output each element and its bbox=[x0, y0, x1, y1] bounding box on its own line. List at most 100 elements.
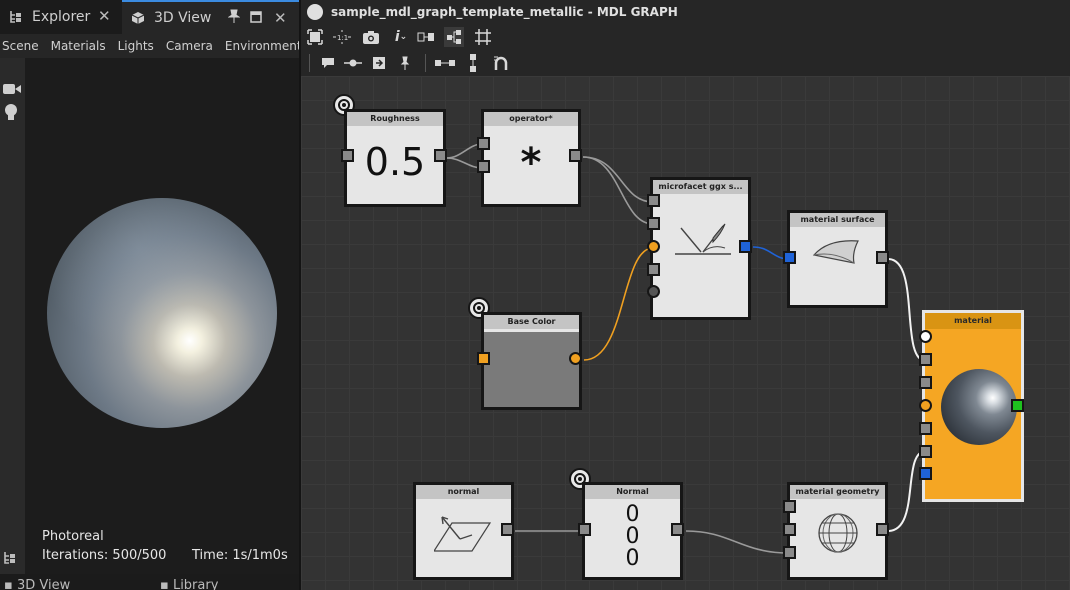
node-normal-function[interactable]: normal bbox=[413, 482, 514, 580]
graph-title: sample_mdl_graph_template_metallic - MDL… bbox=[331, 5, 678, 19]
input-port[interactable] bbox=[919, 376, 932, 389]
normal-x: 0 bbox=[625, 502, 640, 527]
graph-title-bar: sample_mdl_graph_template_metallic - MDL… bbox=[301, 0, 1070, 24]
surface-input-port[interactable] bbox=[783, 251, 796, 264]
tab-3d-view-bottom[interactable]: ▪ 3D View bbox=[4, 578, 70, 590]
export-icon[interactable] bbox=[369, 53, 389, 73]
toolbar-separator bbox=[309, 54, 310, 72]
tint-input-port[interactable] bbox=[647, 240, 660, 253]
input-port[interactable] bbox=[477, 160, 490, 173]
microfacet-brdf-icon bbox=[673, 220, 733, 268]
menu-lights[interactable]: Lights bbox=[118, 39, 154, 53]
tab-3d-view-label: 3D View bbox=[154, 10, 212, 26]
menu-materials[interactable]: Materials bbox=[51, 39, 106, 53]
input-port[interactable] bbox=[647, 263, 660, 276]
output-port[interactable] bbox=[434, 149, 447, 162]
lightbulb-icon[interactable] bbox=[4, 104, 18, 126]
3d-viewport[interactable] bbox=[25, 58, 299, 574]
left-tab-bar: Explorer ✕ 3D View ✕ bbox=[0, 0, 299, 34]
menu-scene[interactable]: Scene bbox=[2, 39, 39, 53]
close-icon[interactable]: ✕ bbox=[98, 7, 111, 25]
tab-explorer-label: Explorer bbox=[32, 9, 91, 25]
tab-explorer[interactable]: Explorer ✕ bbox=[0, 0, 122, 34]
hierarchy-icon[interactable] bbox=[444, 27, 464, 47]
align-horizontal-icon[interactable] bbox=[435, 53, 455, 73]
input-port[interactable] bbox=[783, 546, 796, 559]
menu-camera[interactable]: Camera bbox=[166, 39, 213, 53]
input-port[interactable] bbox=[647, 285, 660, 298]
normal-vector-icon bbox=[432, 503, 494, 561]
input-port[interactable] bbox=[647, 194, 660, 207]
input-port[interactable] bbox=[919, 330, 932, 343]
output-port[interactable] bbox=[671, 523, 684, 536]
camera-snapshot-icon[interactable] bbox=[361, 27, 381, 47]
color-swatch bbox=[484, 332, 579, 407]
left-panel: Explorer ✕ 3D View ✕ Scene Materials Lig… bbox=[0, 0, 302, 590]
node-title: normal bbox=[416, 485, 511, 499]
output-port[interactable] bbox=[501, 523, 514, 536]
material-output-port[interactable] bbox=[1011, 399, 1024, 412]
tab-library[interactable]: ▪ Library bbox=[160, 578, 218, 590]
grid-icon[interactable] bbox=[473, 27, 493, 47]
viewport-menu: Scene Materials Lights Camera Environmen… bbox=[0, 34, 302, 58]
info-icon[interactable]: i ⌄ bbox=[391, 27, 411, 47]
tree-icon bbox=[8, 9, 24, 25]
menu-environment[interactable]: Environment bbox=[225, 39, 302, 53]
input-port[interactable] bbox=[477, 352, 490, 365]
pin-icon[interactable] bbox=[227, 9, 241, 27]
pin-icon[interactable] bbox=[395, 53, 415, 73]
node-roughness[interactable]: Roughness 0.5 bbox=[344, 109, 446, 207]
maximize-icon[interactable] bbox=[250, 9, 262, 27]
surface-patch-icon bbox=[810, 235, 866, 273]
frame-all-icon[interactable] bbox=[305, 27, 325, 47]
node-operator[interactable]: operator* * bbox=[481, 109, 581, 207]
tree-icon[interactable] bbox=[3, 550, 17, 569]
render-stats: Photoreal Iterations: 500/500 Time: 1s/1… bbox=[42, 527, 288, 565]
node-normal-constant[interactable]: Normal 0 0 0 bbox=[582, 482, 683, 580]
roughness-value: 0.5 bbox=[364, 140, 426, 184]
input-port[interactable] bbox=[477, 137, 490, 150]
input-port[interactable] bbox=[578, 523, 591, 536]
render-time: Time: 1s/1m0s bbox=[192, 548, 288, 563]
node-material-geometry[interactable]: material geometry bbox=[787, 482, 888, 580]
output-port[interactable] bbox=[876, 523, 889, 536]
camera-icon[interactable] bbox=[3, 80, 21, 99]
node-title: operator* bbox=[484, 112, 578, 126]
snap-magnet-icon[interactable] bbox=[491, 53, 511, 73]
input-port[interactable] bbox=[919, 422, 932, 435]
graph-canvas[interactable]: Roughness 0.5 operator* * microfacet ggx… bbox=[301, 76, 1070, 590]
node-layout-icon[interactable] bbox=[417, 27, 437, 47]
tab-3d-view[interactable]: 3D View ✕ bbox=[122, 0, 299, 34]
node-title: Base Color bbox=[484, 315, 579, 329]
input-port[interactable] bbox=[919, 445, 932, 458]
output-port[interactable] bbox=[876, 251, 889, 264]
output-port[interactable] bbox=[569, 149, 582, 162]
node-material[interactable]: material bbox=[922, 310, 1024, 502]
input-port[interactable] bbox=[647, 217, 660, 230]
input-port[interactable] bbox=[783, 500, 796, 513]
actual-size-icon[interactable]: 1:1 bbox=[332, 27, 352, 47]
node-microfacet-ggx[interactable]: microfacet ggx s... bbox=[650, 177, 751, 320]
input-port[interactable] bbox=[341, 149, 354, 162]
viewport-sidebar bbox=[0, 58, 25, 578]
svg-text:1:1: 1:1 bbox=[337, 34, 348, 42]
node-title: microfacet ggx s... bbox=[653, 180, 748, 194]
dot-node-icon[interactable] bbox=[343, 53, 363, 73]
node-base-color[interactable]: Base Color bbox=[481, 312, 582, 410]
node-material-surface[interactable]: material surface bbox=[787, 210, 888, 308]
bsdf-output-port[interactable] bbox=[739, 240, 752, 253]
node-title: material geometry bbox=[790, 485, 885, 499]
input-port[interactable] bbox=[783, 523, 796, 536]
app-window: Explorer ✕ 3D View ✕ Scene Materials Lig… bbox=[0, 0, 1070, 590]
color-output-port[interactable] bbox=[569, 352, 582, 365]
mdl-graph-panel: sample_mdl_graph_template_metallic - MDL… bbox=[301, 0, 1070, 590]
graph-toolbar-1: 1:1 i ⌄ bbox=[301, 24, 1070, 50]
geometry-input-port[interactable] bbox=[919, 467, 932, 480]
node-title: Normal bbox=[585, 485, 680, 499]
comment-icon[interactable] bbox=[318, 53, 338, 73]
align-vertical-icon[interactable] bbox=[463, 53, 483, 73]
close-icon[interactable]: ✕ bbox=[274, 9, 287, 27]
input-port[interactable] bbox=[919, 399, 932, 412]
node-title: material surface bbox=[790, 213, 885, 227]
input-port[interactable] bbox=[919, 353, 932, 366]
